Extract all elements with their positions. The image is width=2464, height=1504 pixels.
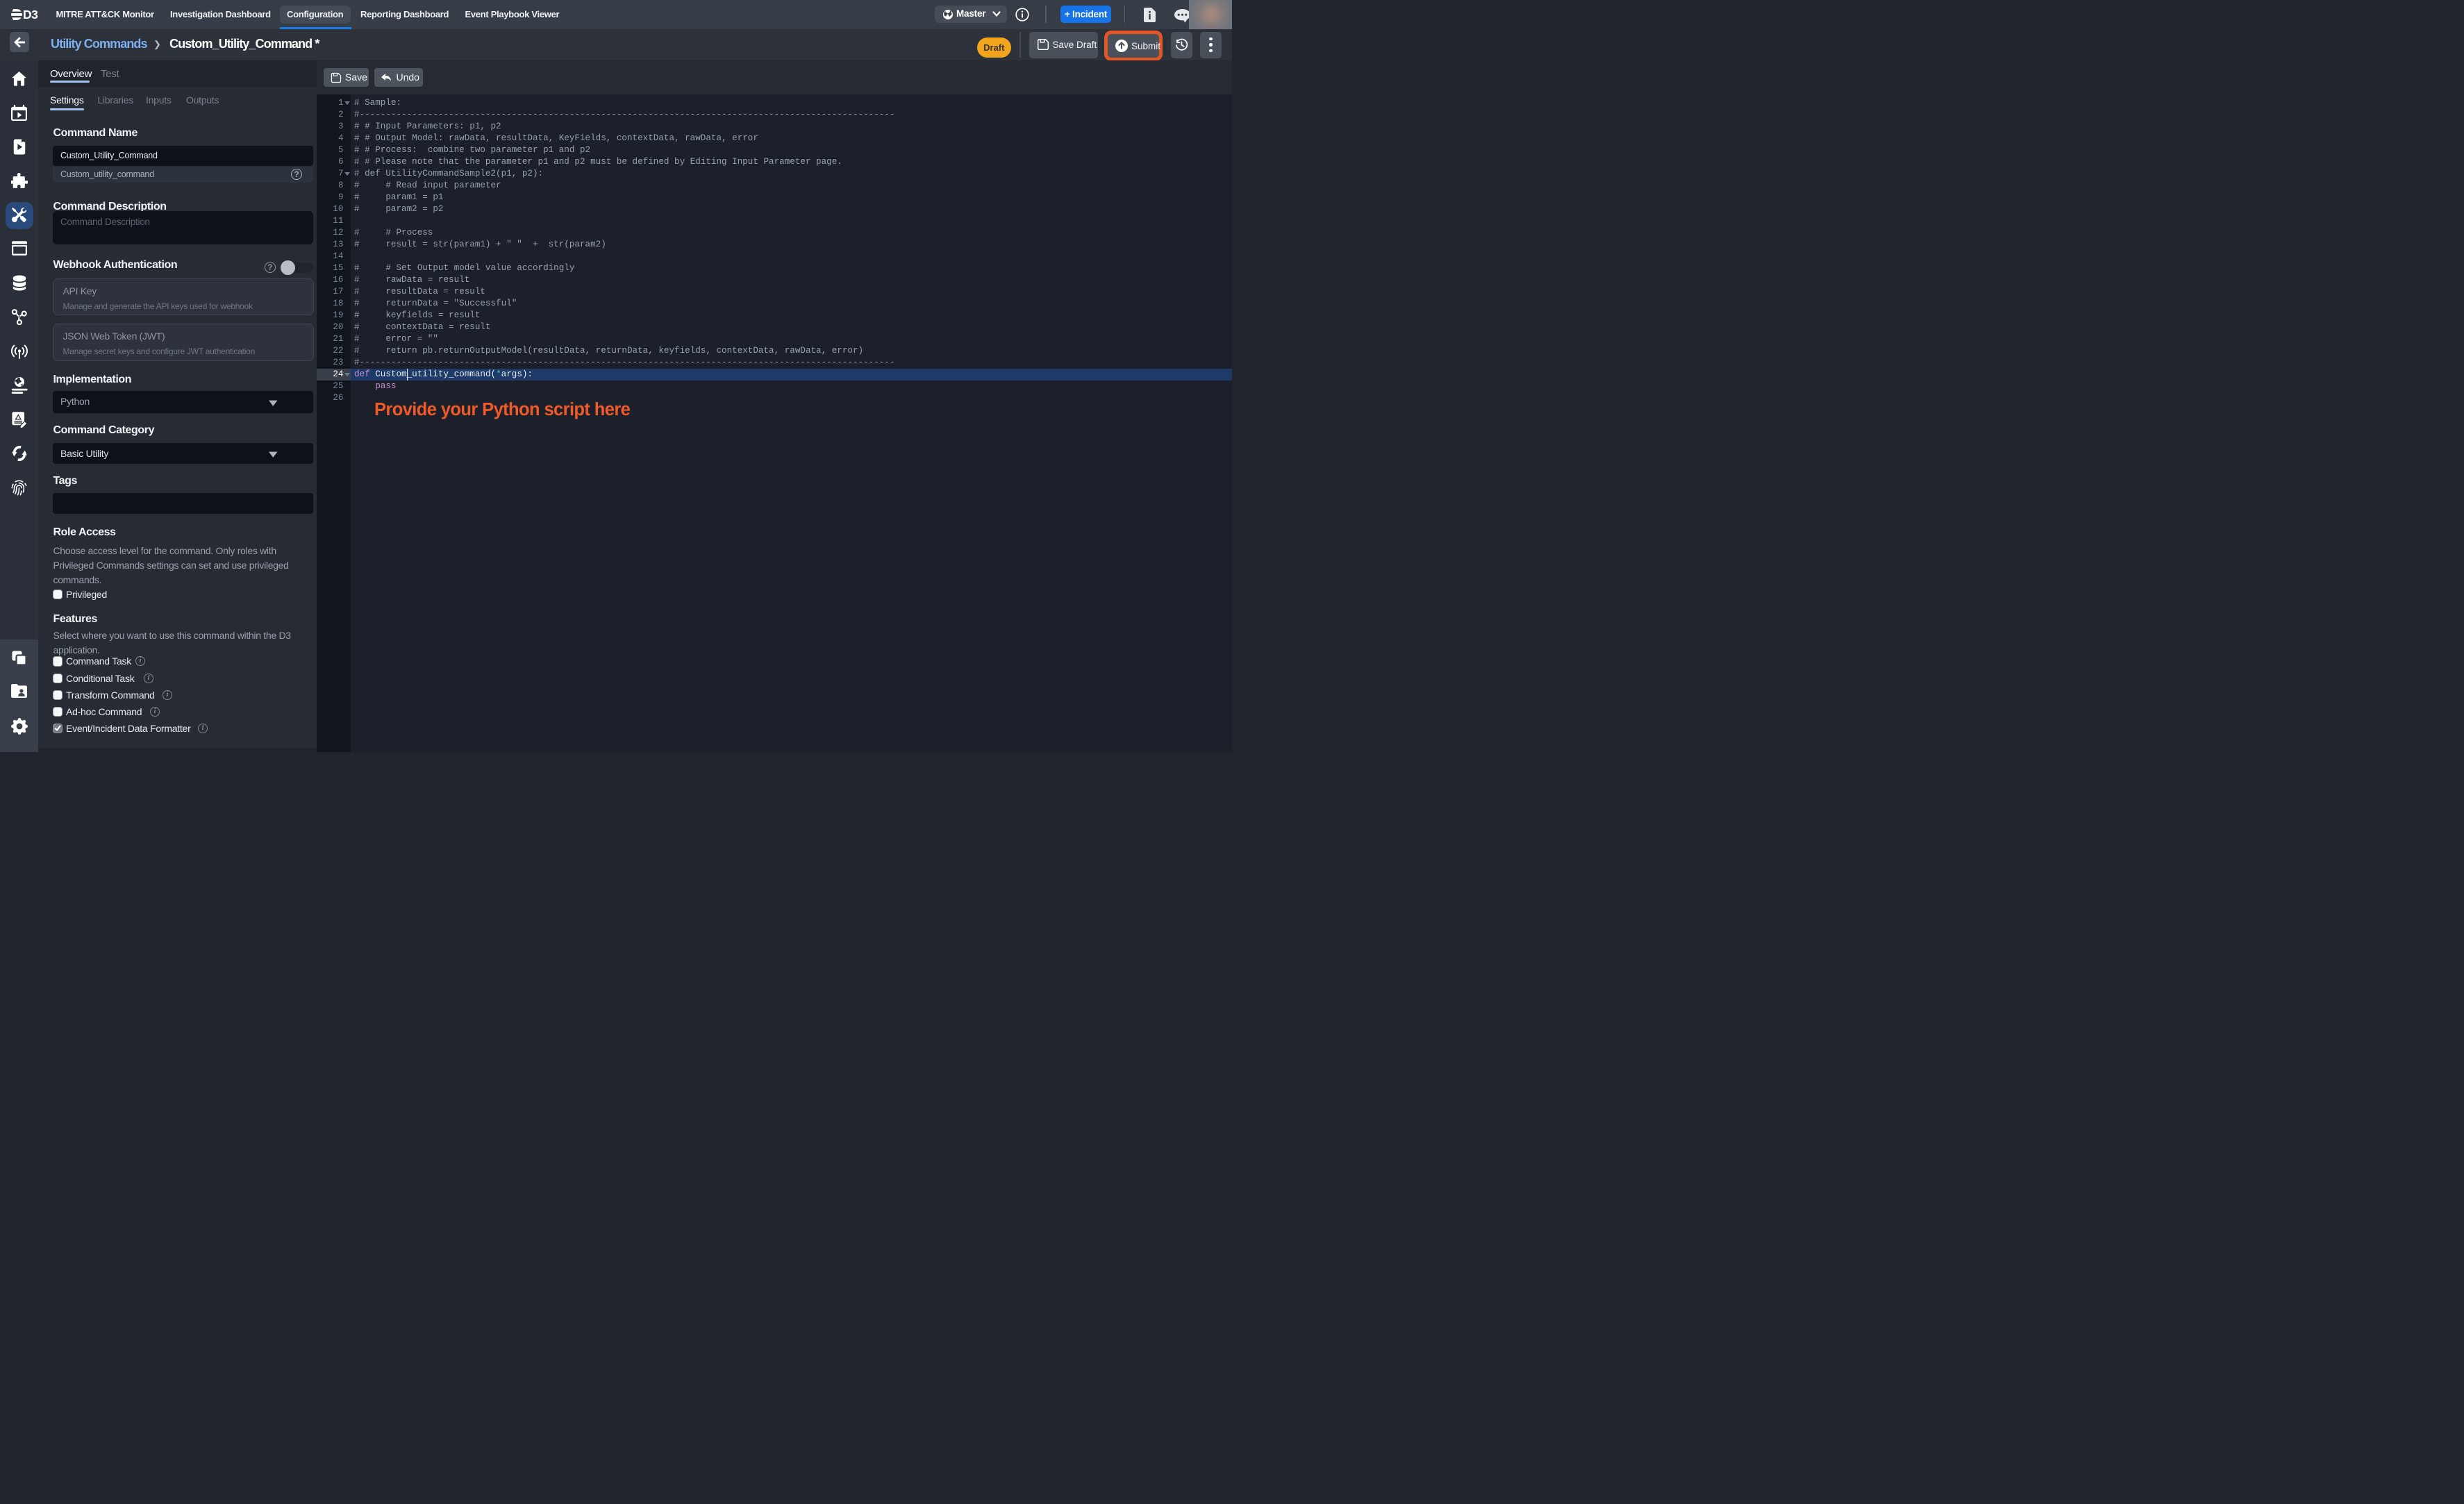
- svg-text:D3: D3: [23, 9, 38, 20]
